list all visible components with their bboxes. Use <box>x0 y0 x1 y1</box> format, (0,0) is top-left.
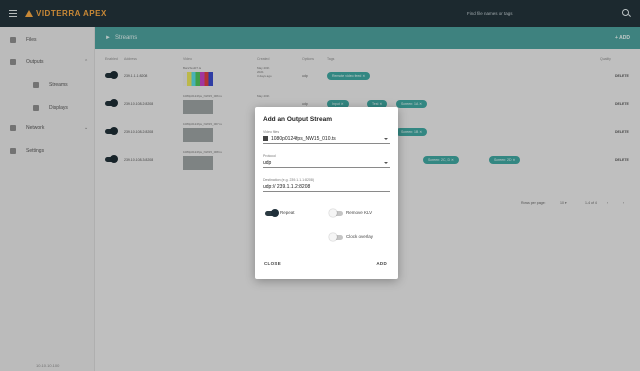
chevron-down-icon[interactable] <box>384 138 388 140</box>
chevron-down-icon[interactable] <box>384 162 388 164</box>
destination-value: udp:// 239.1.1.2:8208 <box>263 183 311 190</box>
remove-klv-label: Remove KLV <box>346 210 373 215</box>
clock-overlay-toggle[interactable] <box>329 233 343 241</box>
video-file-icon <box>263 136 268 141</box>
repeat-toggle[interactable] <box>265 209 279 217</box>
video-file-value: 1080p0124fps_NW15_010.ts <box>271 135 336 142</box>
add-button[interactable]: ADD <box>376 261 387 266</box>
remove-klv-toggle[interactable] <box>329 209 343 217</box>
add-output-stream-dialog: Add an Output Stream Video files 1080p01… <box>255 107 398 279</box>
close-button[interactable]: CLOSE <box>264 261 281 266</box>
video-file-select[interactable]: Video files 1080p0124fps_NW15_010.ts <box>263 130 390 144</box>
repeat-label: Repeat <box>280 210 295 215</box>
clock-overlay-label: Clock overlay <box>346 234 374 239</box>
destination-field[interactable]: Destination (e.g. 239.1.1.1:8208) udp://… <box>263 178 390 192</box>
protocol-value: udp <box>263 159 272 166</box>
dialog-title: Add an Output Stream <box>263 116 332 123</box>
protocol-select[interactable]: Protocol udp <box>263 154 390 168</box>
